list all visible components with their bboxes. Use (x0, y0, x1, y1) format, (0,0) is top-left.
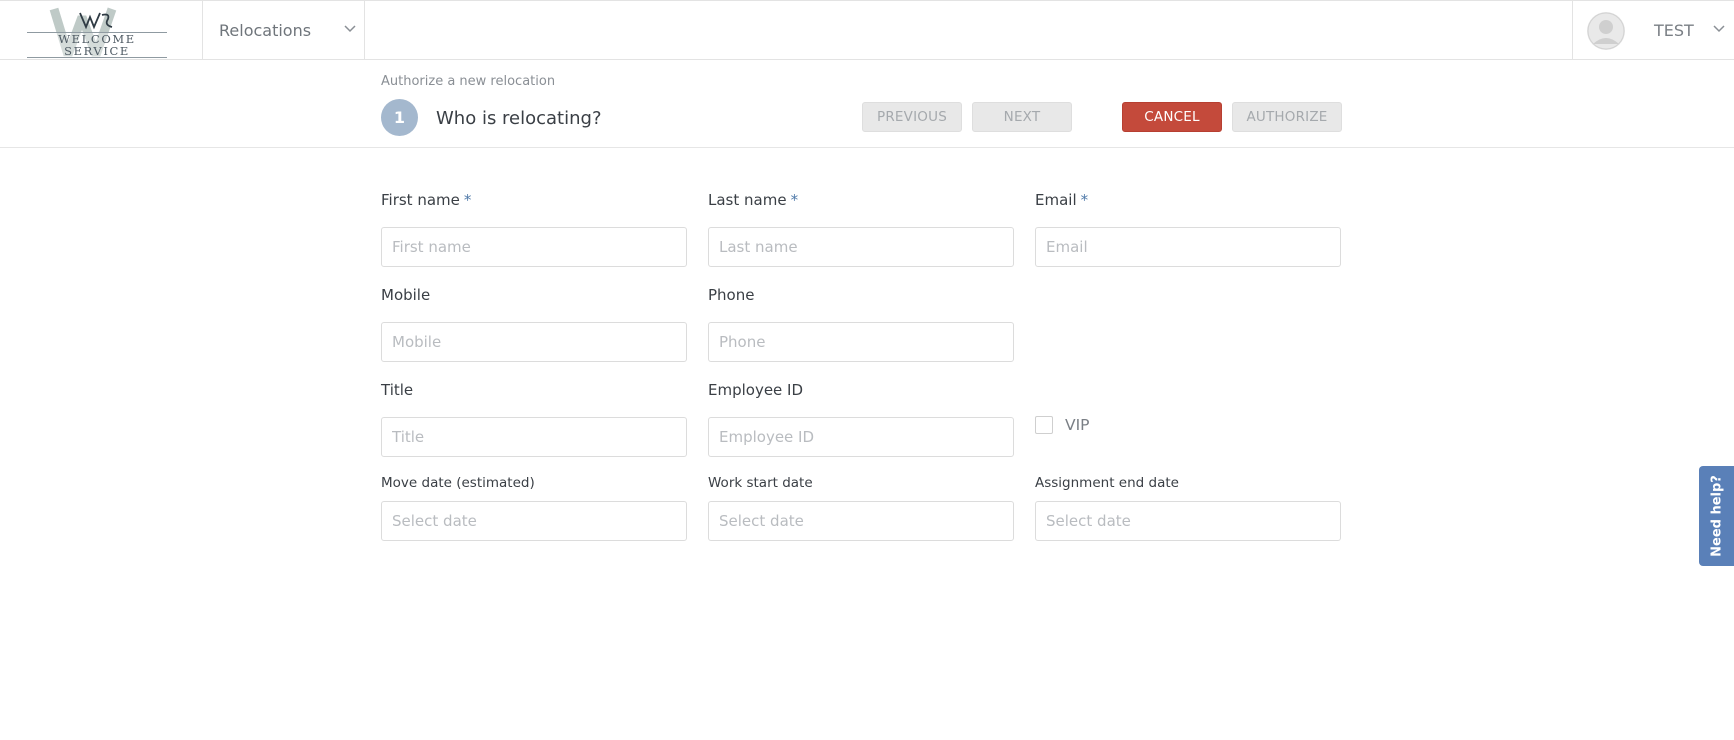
move-date-field: Move date (estimated) (381, 475, 687, 541)
user-avatar-icon (1587, 12, 1625, 50)
last-name-field: Last name * (708, 191, 1014, 267)
mobile-field: Mobile (381, 286, 687, 362)
previous-button[interactable]: PREVIOUS (862, 102, 962, 132)
next-button[interactable]: NEXT (972, 102, 1072, 132)
first-name-input[interactable] (381, 227, 687, 267)
title-input[interactable] (381, 417, 687, 457)
required-marker: * (790, 191, 799, 209)
work-start-date-picker[interactable] (708, 501, 1014, 541)
user-name: TEST (1654, 21, 1694, 40)
first-name-label-text: First name (381, 191, 460, 209)
title-field: Title (381, 381, 687, 457)
email-field: Email * (1035, 191, 1341, 267)
last-name-input[interactable] (708, 227, 1014, 267)
assignment-end-date-picker[interactable] (1035, 501, 1341, 541)
phone-label: Phone (708, 286, 755, 304)
need-help-label: Need help? (1709, 475, 1724, 557)
welcome-service-logo[interactable]: WELCOME SERVICE (24, 5, 172, 58)
vip-checkbox[interactable]: VIP (1035, 416, 1090, 434)
move-date-picker[interactable] (381, 501, 687, 541)
move-date-label: Move date (estimated) (381, 475, 535, 491)
first-name-field: First name * (381, 191, 687, 267)
employee-id-label: Employee ID (708, 381, 804, 399)
phone-input[interactable] (708, 322, 1014, 362)
chevron-down-icon (344, 25, 356, 33)
last-name-label: Last name * (708, 191, 1014, 211)
need-help-tab[interactable]: Need help? (1699, 466, 1734, 566)
work-start-date-field: Work start date (708, 475, 1014, 541)
chevron-down-icon (1713, 25, 1725, 33)
first-name-label: First name * (381, 191, 687, 211)
work-start-date-label: Work start date (708, 475, 813, 491)
phone-field: Phone (708, 286, 1014, 362)
breadcrumb: Authorize a new relocation (381, 74, 556, 89)
assignment-end-date-field: Assignment end date (1035, 475, 1341, 541)
module-dropdown[interactable]: Relocations (203, 1, 364, 59)
authorize-button[interactable]: AUTHORIZE (1232, 102, 1342, 132)
logo-wordmark: WELCOME SERVICE (27, 32, 167, 58)
user-menu[interactable]: TEST (1573, 1, 1734, 59)
employee-id-input[interactable] (708, 417, 1014, 457)
divider (364, 1, 365, 59)
step-header: Authorize a new relocation 1 Who is relo… (0, 60, 1734, 148)
avatar (1587, 12, 1625, 50)
title-label: Title (381, 381, 414, 399)
module-dropdown-label: Relocations (219, 20, 312, 40)
top-navigation-bar: WELCOME SERVICE Relocations TEST (0, 0, 1734, 60)
email-label: Email * (1035, 191, 1341, 211)
employee-id-field: Employee ID (708, 381, 1014, 457)
cancel-button[interactable]: CANCEL (1122, 102, 1222, 132)
vip-label: VIP (1065, 416, 1090, 434)
required-marker: * (1080, 191, 1089, 209)
page-title: Who is relocating? (436, 108, 602, 129)
email-input[interactable] (1035, 227, 1341, 267)
mobile-input[interactable] (381, 322, 687, 362)
email-label-text: Email (1035, 191, 1077, 209)
assignment-end-date-label: Assignment end date (1035, 475, 1179, 491)
step-number-badge: 1 (381, 99, 418, 136)
mobile-label: Mobile (381, 286, 431, 304)
vip-checkbox-box[interactable] (1035, 416, 1053, 434)
required-marker: * (463, 191, 472, 209)
last-name-label-text: Last name (708, 191, 787, 209)
